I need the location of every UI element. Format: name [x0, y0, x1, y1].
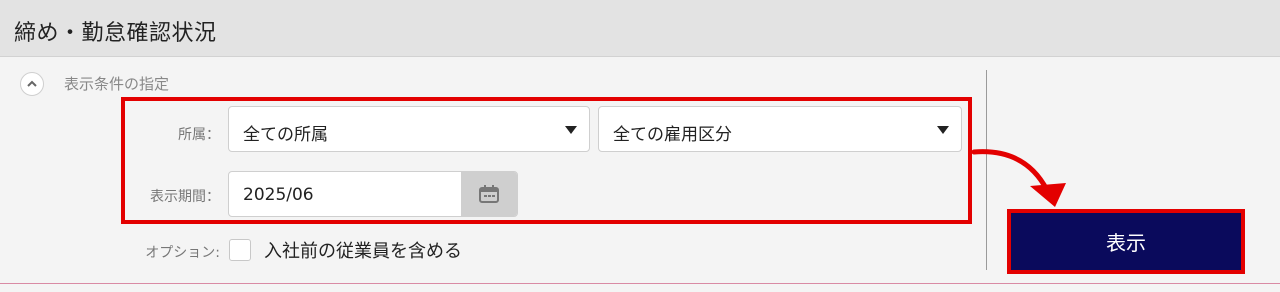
show-button[interactable]: 表示: [1007, 209, 1245, 274]
show-button-label: 表示: [1011, 213, 1241, 270]
bottom-divider: [0, 283, 1280, 284]
